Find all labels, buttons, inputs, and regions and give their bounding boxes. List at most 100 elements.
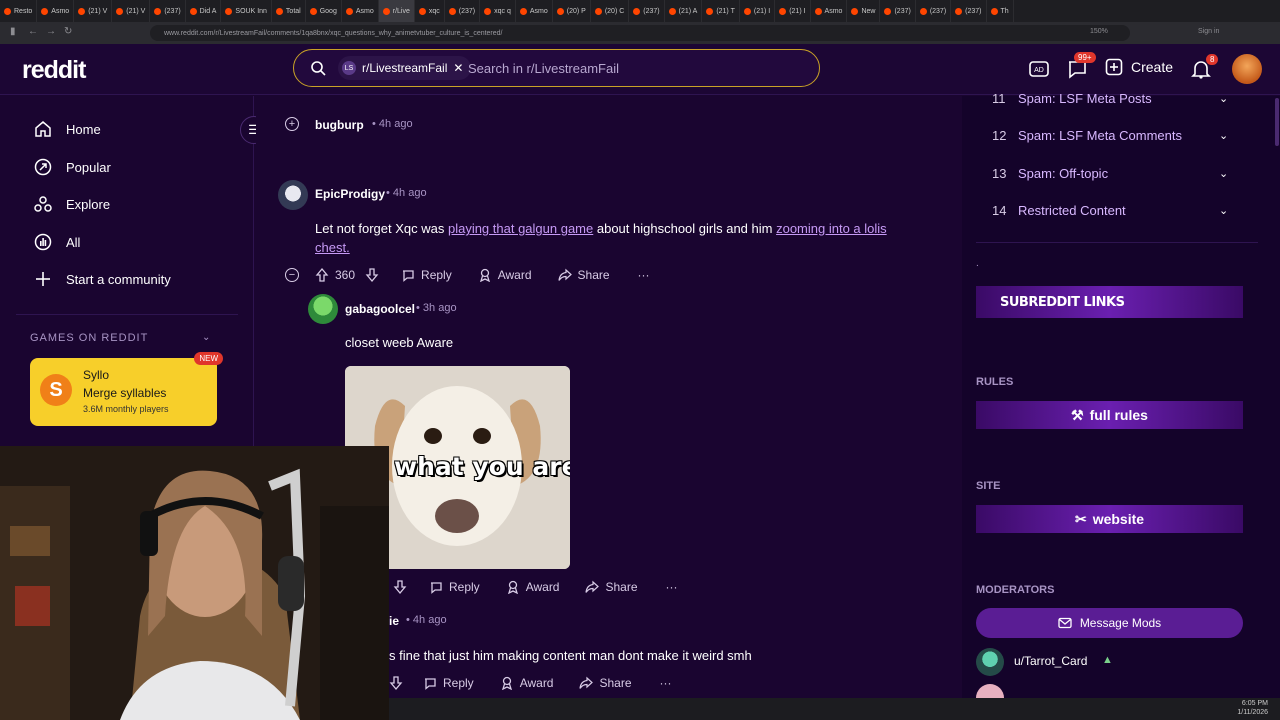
nav-start-community[interactable]: Start a community — [34, 267, 171, 291]
zoom-level[interactable]: 150% — [1090, 28, 1108, 35]
user-avatar[interactable] — [1232, 54, 1262, 84]
reply-button[interactable]: Reply — [401, 268, 452, 282]
plus-icon — [36, 272, 50, 286]
more-options-icon[interactable]: ··· — [638, 268, 650, 282]
moderator-avatar[interactable] — [976, 648, 1004, 676]
nav-all[interactable]: All — [34, 230, 80, 254]
comment-author[interactable]: ie — [389, 614, 399, 628]
message-mods-button[interactable]: Message Mods — [976, 608, 1243, 638]
browser-tab[interactable]: Asmo — [516, 0, 553, 22]
award-icon — [501, 676, 512, 690]
moderator-name[interactable]: u/Tarrot_Card — [1014, 654, 1087, 668]
browser-tab[interactable]: Asmo — [811, 0, 848, 22]
nav-explore-label: Explore — [66, 196, 111, 212]
scrollbar-thumb[interactable] — [1275, 98, 1279, 146]
browser-tab[interactable]: xqc — [415, 0, 445, 22]
back-icon[interactable]: ← — [28, 26, 38, 37]
browser-tab[interactable]: (21) V — [74, 0, 113, 22]
rule-item[interactable]: 11 Spam: LSF Meta Posts — [992, 91, 1152, 106]
browser-tab[interactable]: Goog — [306, 0, 342, 22]
rule-item[interactable]: 13 Spam: Off-topic — [992, 166, 1108, 181]
website-button[interactable]: ✂ website — [976, 505, 1243, 533]
browser-tab[interactable]: (237) — [445, 0, 481, 22]
browser-tab[interactable]: (21) I — [775, 0, 811, 22]
sign-in-button[interactable]: Sign in — [1198, 28, 1219, 35]
downvote-button[interactable] — [365, 268, 379, 282]
more-options-icon[interactable]: ··· — [660, 676, 672, 690]
browser-tab[interactable]: SOUK Inn — [221, 0, 272, 22]
browser-tab[interactable]: Resto — [0, 0, 38, 22]
browser-tab[interactable]: (237) — [150, 0, 186, 22]
advertise-icon[interactable]: AD — [1028, 58, 1050, 80]
browser-tab[interactable]: (21) I — [740, 0, 776, 22]
comment-link[interactable]: playing that galgun game — [448, 221, 593, 236]
browser-tab[interactable]: xqc q — [480, 0, 516, 22]
browser-tab[interactable]: Asmo — [37, 0, 75, 22]
award-button[interactable]: Award — [478, 268, 532, 282]
browser-tab[interactable]: Th — [987, 0, 1014, 22]
search-bar[interactable]: LS r/LivestreamFail ✕ Search in r/Livest… — [293, 49, 820, 87]
tab-favicon-icon — [706, 7, 714, 15]
url-field[interactable]: www.reddit.com/r/LivestreamFail/comments… — [150, 25, 1130, 41]
system-clock[interactable]: 6:05 PM 1/11/2026 — [1237, 699, 1268, 717]
comment-author[interactable]: gabagoolcel — [345, 302, 415, 316]
avatar[interactable] — [278, 180, 308, 210]
browser-tab[interactable]: (20) C — [591, 0, 630, 22]
downvote-button[interactable] — [393, 580, 407, 594]
chevron-down-icon[interactable]: ⌄ — [1219, 204, 1228, 217]
create-button[interactable]: Create — [1105, 58, 1173, 76]
sidebar-toggle-icon[interactable]: ▮ — [10, 26, 16, 37]
avatar[interactable] — [308, 294, 338, 324]
collapse-thread-icon[interactable]: − — [285, 268, 299, 282]
upvote-button[interactable]: 360 — [315, 268, 355, 282]
reddit-logo[interactable]: reddit — [22, 56, 86, 85]
browser-tab[interactable]: (21) V — [112, 0, 151, 22]
browser-tab[interactable]: (21) A — [665, 0, 703, 22]
reply-button[interactable]: Reply — [423, 676, 474, 690]
more-options-icon[interactable]: ··· — [666, 580, 678, 594]
share-button[interactable]: Share — [557, 268, 610, 282]
chevron-down-icon[interactable]: ⌄ — [1219, 92, 1228, 105]
games-section-header[interactable]: GAMES ON REDDIT — [30, 332, 148, 344]
chevron-down-icon[interactable]: ⌄ — [1219, 167, 1228, 180]
downvote-button[interactable] — [389, 676, 403, 690]
browser-tab[interactable]: (237) — [951, 0, 987, 22]
tab-favicon-icon — [275, 7, 283, 15]
page-scrollbar[interactable] — [1274, 96, 1280, 698]
share-button[interactable]: Share — [579, 676, 632, 690]
browser-tab[interactable]: Total — [272, 0, 306, 22]
browser-tab[interactable]: (237) — [916, 0, 952, 22]
award-button[interactable]: Award — [500, 676, 553, 690]
full-rules-button[interactable]: ⚒ full rules — [976, 401, 1243, 429]
forward-icon[interactable]: → — [46, 26, 56, 37]
comment-author[interactable]: bugburp — [315, 118, 364, 132]
browser-tab[interactable]: Did A — [186, 0, 222, 22]
game-card-syllo[interactable]: S Syllo Merge syllables 3.6M monthly pla… — [30, 352, 223, 426]
browser-tab[interactable]: New — [847, 0, 881, 22]
share-button[interactable]: Share — [585, 580, 638, 594]
nav-popular[interactable]: Popular — [34, 155, 111, 179]
nav-explore[interactable]: Explore — [34, 192, 110, 216]
browser-tab[interactable]: (21) T — [702, 0, 740, 22]
browser-tab[interactable]: (237) — [629, 0, 665, 22]
comment-author[interactable]: EpicProdigy — [315, 187, 385, 201]
subreddit-search-chip[interactable]: LS r/LivestreamFail ✕ — [338, 56, 472, 80]
browser-tab[interactable]: r/Live — [378, 0, 415, 22]
games-chevron-icon[interactable]: ⌄ — [202, 332, 210, 343]
nav-home[interactable]: Home — [34, 117, 101, 141]
browser-tab[interactable]: (20) P — [553, 0, 591, 22]
chevron-down-icon[interactable]: ⌄ — [1219, 129, 1228, 142]
browser-tab[interactable]: (237) — [880, 0, 916, 22]
tab-favicon-icon — [814, 7, 822, 15]
rule-item[interactable]: 14 Restricted Content — [992, 203, 1126, 218]
expand-thread-icon[interactable]: + — [285, 117, 299, 131]
rule-item[interactable]: 12 Spam: LSF Meta Comments — [992, 128, 1182, 143]
tab-label: (21) T — [716, 7, 735, 15]
subreddit-links-banner[interactable]: SUBREDDIT LINKS — [976, 286, 1243, 318]
award-button[interactable]: Award — [506, 580, 559, 594]
reply-button[interactable]: Reply — [429, 580, 480, 594]
chip-close-icon[interactable]: ✕ — [453, 61, 463, 75]
reload-icon[interactable]: ↻ — [64, 26, 72, 37]
rule-number: 13 — [992, 166, 1007, 181]
browser-tab[interactable]: Asmo — [342, 0, 379, 22]
